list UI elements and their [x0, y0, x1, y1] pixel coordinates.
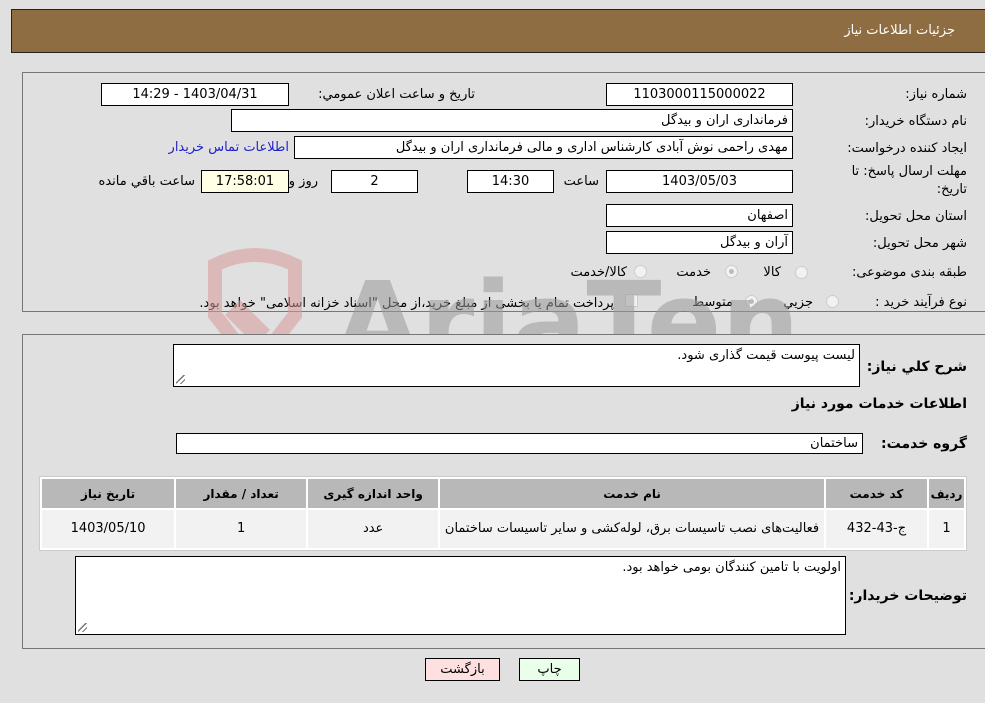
remaining-label: ساعت باقي مانده — [98, 174, 195, 189]
description-textarea[interactable]: لیست پیوست قیمت گذاری شود. — [173, 344, 860, 387]
category-option-goods-service: کالا/خدمت — [570, 265, 627, 280]
buyer-notes-text: اولویت با تامین کنندگان بومی خواهد بود. — [622, 560, 841, 575]
category-radio-service[interactable] — [725, 265, 738, 278]
remaining-days-field: 2 — [331, 170, 418, 193]
buyer-contact-link[interactable]: اطلاعات تماس خریدار — [169, 140, 289, 155]
col-header-row-number: ردیف — [929, 479, 964, 508]
creator-label: ایجاد کننده درخواست: — [847, 141, 967, 156]
category-option-service: خدمت — [676, 265, 711, 280]
page-title: جزئیات اطلاعات نیاز — [844, 23, 955, 38]
deadline-time-field: 14:30 — [467, 170, 554, 193]
table-row: 1 ج-43-432 فعالیت‌های نصب تاسیسات برق، ل… — [42, 510, 964, 548]
days-label: روز و — [288, 174, 318, 189]
process-radio-medium[interactable] — [745, 295, 758, 308]
province-label: استان محل تحویل: — [865, 209, 967, 224]
back-button[interactable]: بازگشت — [425, 658, 500, 681]
col-header-quantity: تعداد / مقدار — [176, 479, 307, 508]
creator-field: مهدی راحمی نوش آبادی کارشناس اداری و مال… — [294, 136, 793, 159]
page-header: جزئیات اطلاعات نیاز — [11, 9, 985, 53]
cell-need-date: 1403/05/10 — [42, 510, 175, 548]
treasury-note: پرداخت تمام یا بخشی از مبلغ خرید،از محل … — [199, 296, 614, 311]
col-header-need-date: تاریخ نیاز — [42, 479, 175, 508]
service-group-label: گروه خدمت: — [881, 436, 967, 452]
need-number-label: شماره نیاز: — [905, 87, 967, 102]
col-header-unit: واحد اندازه گیری — [308, 479, 439, 508]
print-button[interactable]: چاپ — [519, 658, 580, 681]
need-number-field: 1103000115000022 — [606, 83, 793, 106]
buyer-org-field: فرمانداری اران و بیدگل — [231, 109, 793, 132]
deadline-label: مهلت ارسال پاسخ: تا — [851, 164, 967, 179]
announce-datetime-field: 1403/04/31 - 14:29 — [101, 83, 289, 106]
province-field: اصفهان — [606, 204, 793, 227]
resize-grip-icon[interactable] — [78, 623, 87, 632]
category-radio-goods[interactable] — [795, 266, 808, 279]
cell-unit: عدد — [308, 510, 439, 548]
services-heading: اطلاعات خدمات مورد نیاز — [791, 396, 967, 412]
cell-service-code: ج-43-432 — [825, 510, 928, 548]
services-table: ردیف کد خدمت نام خدمت واحد اندازه گیری ت… — [39, 476, 967, 551]
buyer-notes-textarea[interactable]: اولویت با تامین کنندگان بومی خواهد بود. — [75, 556, 846, 635]
buyer-org-label: نام دستگاه خریدار: — [864, 114, 967, 129]
cell-row-number: 1 — [929, 510, 964, 548]
buyer-notes-label: توضیحات خریدار: — [848, 588, 967, 604]
process-radio-minor[interactable] — [826, 295, 839, 308]
announce-label: تاریخ و ساعت اعلان عمومي: — [318, 87, 475, 102]
description-label: شرح کلي نیاز: — [866, 359, 967, 375]
process-option-minor: جزيي — [783, 295, 813, 310]
process-label: نوع فرآیند خرید : — [875, 295, 967, 310]
city-field: آران و بیدگل — [606, 231, 793, 254]
cell-service-name: فعالیت‌های نصب تاسیسات برق، لوله‌کشی و س… — [440, 510, 824, 548]
category-radio-goods-service[interactable] — [634, 265, 647, 278]
city-label: شهر محل تحویل: — [872, 236, 967, 251]
description-text: لیست پیوست قیمت گذاری شود. — [677, 348, 855, 363]
deadline-time-label: ساعت — [563, 174, 599, 189]
table-header-row: ردیف کد خدمت نام خدمت واحد اندازه گیری ت… — [42, 479, 964, 508]
service-group-field: ساختمان — [176, 433, 863, 454]
cell-quantity: 1 — [176, 510, 307, 548]
category-label: طبقه بندی موضوعی: — [851, 265, 967, 280]
resize-grip-icon[interactable] — [176, 375, 185, 384]
process-option-medium: متوسط — [692, 295, 733, 310]
category-option-goods: کالا — [763, 265, 781, 280]
deadline-date-field: 1403/05/03 — [606, 170, 793, 193]
deadline-label-2: تاریخ: — [936, 182, 967, 197]
treasury-checkbox[interactable] — [625, 294, 638, 307]
col-header-service-code: کد خدمت — [825, 479, 928, 508]
col-header-service-name: نام خدمت — [440, 479, 824, 508]
remaining-time-field: 17:58:01 — [201, 170, 289, 193]
